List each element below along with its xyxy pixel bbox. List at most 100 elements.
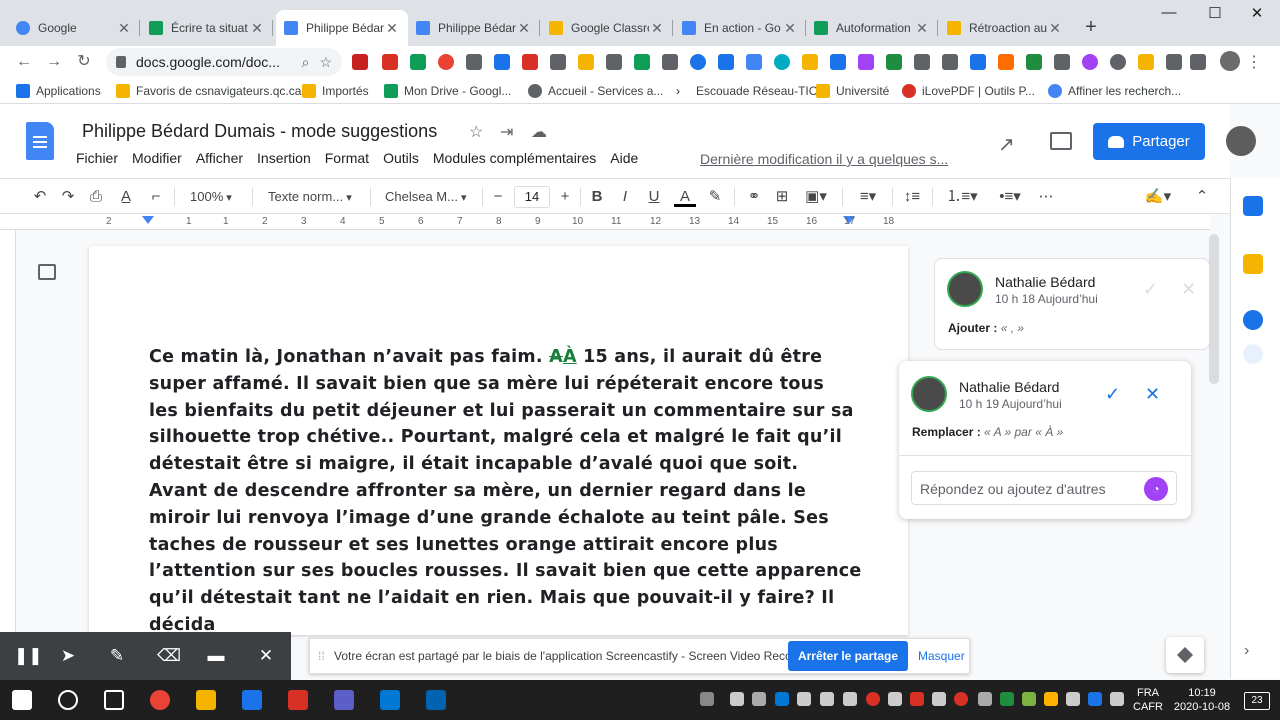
bulleted-list-icon[interactable]: •≡▾ — [990, 187, 1030, 207]
extension-icon[interactable] — [1166, 54, 1182, 70]
menu-modules[interactable]: Modules complémentaires — [433, 150, 596, 166]
chrome-icon[interactable] — [150, 690, 170, 710]
drag-handle-icon[interactable]: ⁞⁞ — [318, 649, 325, 663]
accept-suggestion-icon[interactable]: ✓ — [1143, 279, 1158, 300]
address-bar[interactable]: docs.google.com/doc... ⌕ ☆ — [106, 48, 342, 76]
spellcheck-icon[interactable]: A̲ — [116, 187, 136, 207]
extension-icon[interactable] — [970, 54, 986, 70]
add-comment-icon[interactable]: ⊞ — [772, 187, 792, 207]
bold-icon[interactable]: B — [588, 187, 606, 207]
extension-icon[interactable] — [774, 54, 790, 70]
bookmark-star-icon[interactable]: ☆ — [319, 54, 332, 71]
outlook-icon[interactable] — [380, 690, 400, 710]
tray-icon[interactable] — [1000, 692, 1014, 706]
screencast-app-icon[interactable] — [288, 690, 308, 710]
paint-format-icon[interactable]: ⌐ — [146, 187, 166, 207]
close-tab-icon[interactable]: ✕ — [384, 20, 400, 37]
text-line[interactable]: l’attention sur ses boucles rousses. Il … — [149, 558, 861, 585]
paragraph-style-select[interactable]: Texte norm... — [268, 187, 352, 207]
tasks-icon[interactable] — [1243, 310, 1263, 330]
extension-icon[interactable] — [1026, 54, 1042, 70]
close-tab-icon[interactable]: ✕ — [516, 20, 532, 37]
back-icon[interactable]: ← — [12, 50, 36, 74]
chevron-right-icon[interactable]: › — [1244, 642, 1249, 660]
browser-menu-icon[interactable]: ⋮ — [1246, 52, 1262, 72]
text-line[interactable]: les bienfaits du petit déjeuner et lui p… — [149, 398, 853, 425]
menu-modifier[interactable]: Modifier — [132, 150, 182, 166]
volume-icon[interactable] — [797, 692, 811, 706]
bookmark-item[interactable]: Favoris de csnavigateurs.qc.ca — [116, 83, 301, 99]
system-clock[interactable]: 10:19 2020-10-08 — [1170, 686, 1234, 714]
language-app-icon[interactable] — [242, 690, 262, 710]
numbered-list-icon[interactable]: ⒈≡▾ — [942, 187, 982, 207]
calendar-icon[interactable] — [1243, 196, 1263, 216]
tray-icon[interactable] — [700, 692, 714, 706]
network-icon[interactable] — [820, 692, 834, 706]
align-icon[interactable]: ≡▾ — [852, 187, 884, 207]
close-tab-icon[interactable]: ✕ — [116, 20, 132, 37]
print-icon[interactable]: ⎙ — [86, 187, 106, 207]
battery-icon[interactable] — [843, 692, 857, 706]
close-tab-icon[interactable]: ✕ — [1047, 20, 1063, 37]
redo-icon[interactable]: ↷ — [58, 187, 78, 207]
eraser-icon[interactable]: ⌫ — [157, 646, 181, 666]
extension-icon[interactable] — [1082, 54, 1098, 70]
text-line[interactable]: super affamé. Il savait bien que sa mère… — [149, 371, 849, 398]
document-title[interactable]: Philippe Bédard Dumais - mode suggestion… — [82, 121, 437, 142]
increase-font-icon[interactable]: + — [557, 187, 573, 207]
extension-icon[interactable] — [550, 54, 566, 70]
profile-avatar[interactable] — [1220, 51, 1240, 71]
close-icon[interactable]: ✕ — [256, 646, 276, 666]
extension-icon[interactable] — [1054, 54, 1070, 70]
bookmark-item[interactable]: Mon Drive - Googl... — [384, 83, 511, 99]
bookmark-item[interactable]: Applications — [16, 83, 101, 99]
activity-trend-icon[interactable]: ↗ — [998, 132, 1015, 157]
comment-history-icon[interactable] — [1050, 132, 1072, 150]
suggestion-card[interactable]: Nathalie Bédard 10 h 18 Aujourd’hui ✓ ✕ … — [934, 258, 1210, 350]
explore-button[interactable] — [1166, 637, 1204, 673]
document-body[interactable]: Ce matin là, Jonathan n’avait pas faim. … — [149, 344, 861, 635]
extension-icon[interactable] — [466, 54, 482, 70]
document-page[interactable]: Ce matin là, Jonathan n’avait pas faim. … — [89, 246, 908, 635]
extension-icon[interactable] — [1110, 54, 1126, 70]
extension-icon[interactable] — [578, 54, 594, 70]
onedrive-icon[interactable] — [775, 692, 789, 706]
notification-center-icon[interactable]: 23 — [1244, 692, 1270, 710]
text-color-icon[interactable]: A — [674, 187, 696, 207]
ublock-icon[interactable] — [352, 54, 368, 70]
extension-icon[interactable] — [718, 54, 734, 70]
input-language[interactable]: FRA CAFR — [1130, 686, 1166, 714]
insert-image-icon[interactable]: ▣▾ — [800, 187, 832, 207]
tray-icon[interactable] — [932, 692, 946, 706]
font-size-input[interactable]: 14 — [514, 186, 550, 208]
browser-tab[interactable]: Google ✕ — [8, 10, 140, 46]
pen-icon[interactable]: ✎ — [107, 646, 127, 666]
extension-icon[interactable] — [886, 54, 902, 70]
text-line[interactable]: détestait être si maigre, il était incap… — [149, 451, 849, 478]
extension-icon[interactable] — [382, 54, 398, 70]
browser-tab[interactable]: Rétroaction au ✕ — [939, 10, 1071, 46]
puzzle-icon[interactable] — [1190, 54, 1206, 70]
decrease-font-icon[interactable]: − — [490, 187, 506, 207]
extension-icon[interactable] — [830, 54, 846, 70]
browser-tab-active[interactable]: Philippe Bédar ✕ — [276, 10, 408, 46]
text-line[interactable]: Ce matin là, Jonathan n’avait pas faim. … — [149, 344, 849, 371]
horizontal-ruler[interactable]: 2 1 1 2 3 4 5 6 7 8 9 10 11 12 13 14 15 … — [0, 214, 1210, 230]
cursor-icon[interactable]: ➤ — [58, 646, 78, 666]
bookmark-item[interactable]: Université — [816, 83, 889, 99]
microphone-icon[interactable] — [1243, 344, 1263, 364]
reject-suggestion-icon[interactable]: ✕ — [1145, 384, 1160, 405]
tray-icon[interactable] — [730, 692, 744, 706]
browser-tab[interactable]: Philippe Bédar ✕ — [408, 10, 540, 46]
last-modified-link[interactable]: Dernière modification il y a quelques s.… — [700, 151, 948, 167]
share-button[interactable]: Partager — [1093, 123, 1205, 160]
extension-icon[interactable] — [438, 54, 454, 70]
maximize-button[interactable]: ☐ — [1192, 4, 1238, 26]
windows-start-icon[interactable] — [12, 690, 32, 710]
pause-icon[interactable]: ❚❚ — [14, 646, 43, 666]
browser-tab[interactable]: Autoformation ✕ — [806, 10, 938, 46]
close-window-button[interactable]: ✕ — [1234, 4, 1280, 26]
tray-icon[interactable] — [1044, 692, 1058, 706]
text-line[interactable]: silhouette trop chétive.. Pourtant, malg… — [149, 424, 849, 451]
italic-icon[interactable]: I — [616, 187, 634, 207]
